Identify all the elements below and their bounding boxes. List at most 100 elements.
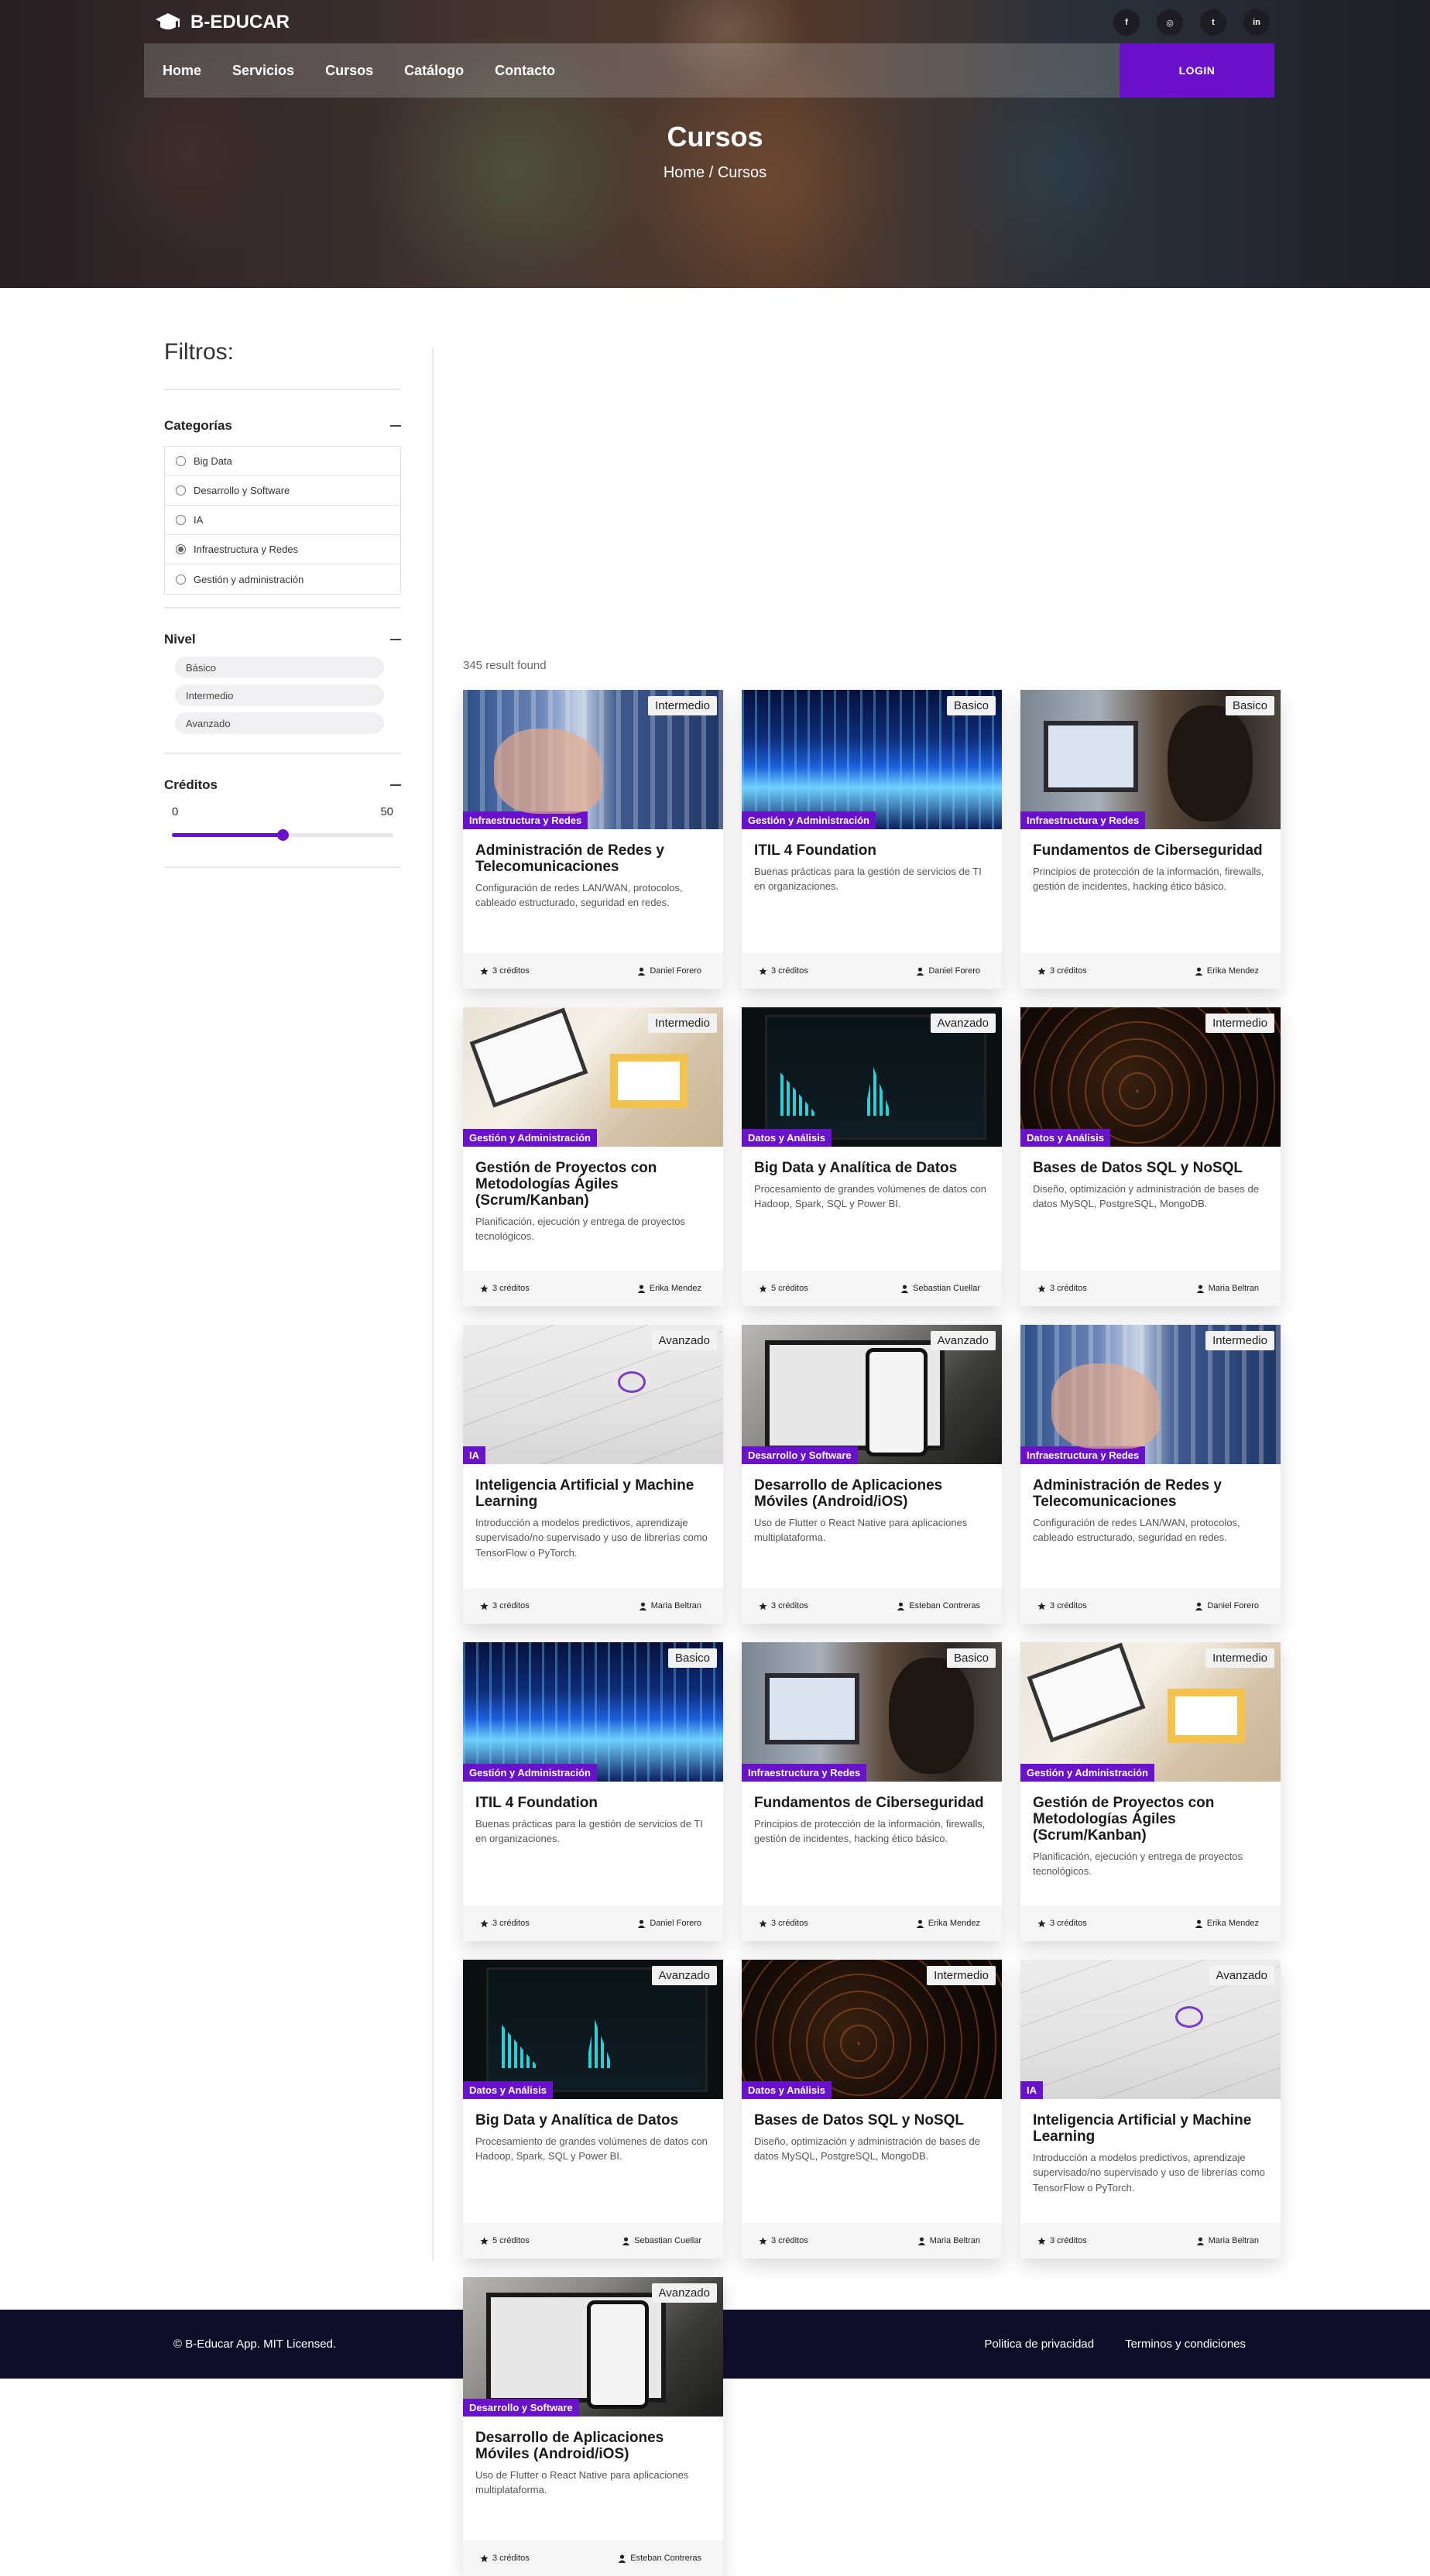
course-title[interactable]: Desarrollo de Aplicaciones Móviles (Andr… xyxy=(475,2430,711,2463)
level-option-avanzado[interactable]: Avanzado xyxy=(175,712,384,734)
category-option-gestion[interactable]: Gestión y administración xyxy=(165,564,400,594)
course-image[interactable]: Basico Infraestructura y Redes xyxy=(1020,690,1281,829)
radio-icon[interactable] xyxy=(176,485,186,496)
course-card[interactable]: Intermedio Infraestructura y Redes Admin… xyxy=(1020,1325,1281,1624)
filter-level-header[interactable]: Nivel xyxy=(164,632,401,647)
course-card[interactable]: Basico Infraestructura y Redes Fundament… xyxy=(1020,690,1281,989)
radio-icon[interactable] xyxy=(176,574,186,585)
course-image[interactable]: Avanzado Datos y Análisis xyxy=(463,1960,723,2099)
course-title[interactable]: ITIL 4 Foundation xyxy=(754,842,989,859)
teacher-info: Sebastian Cuellar xyxy=(622,2236,701,2245)
course-title[interactable]: Fundamentos de Ciberseguridad xyxy=(1033,842,1268,859)
top-bar: B-EDUCAR f ◎ t in xyxy=(155,9,1270,36)
course-card[interactable]: Avanzado Datos y Análisis Big Data y Ana… xyxy=(742,1007,1002,1306)
course-title[interactable]: Bases de Datos SQL y NoSQL xyxy=(1033,1160,1268,1177)
teacher-name: Maria Beltran xyxy=(650,1601,701,1610)
facebook-icon[interactable]: f xyxy=(1113,9,1140,36)
course-card[interactable]: Avanzado Datos y Análisis Big Data y Ana… xyxy=(463,1960,723,2259)
collapse-icon[interactable] xyxy=(390,425,401,427)
category-option-big-data[interactable]: Big Data xyxy=(165,447,400,476)
teacher-name: Erika Mendez xyxy=(1206,966,1259,976)
credits-info: 3 créditos xyxy=(1037,1919,1087,1928)
course-image[interactable]: Intermedio Gestión y Administración xyxy=(1020,1642,1281,1782)
course-card[interactable]: Intermedio Datos y Análisis Bases de Dat… xyxy=(742,1960,1002,2259)
radio-icon[interactable] xyxy=(176,515,186,525)
course-title[interactable]: Desarrollo de Aplicaciones Móviles (Andr… xyxy=(754,1477,989,1511)
radio-icon[interactable] xyxy=(176,456,186,466)
course-image[interactable]: Intermedio Datos y Análisis xyxy=(1020,1007,1281,1147)
nav-contacto[interactable]: Contacto xyxy=(495,63,555,79)
course-description: Principios de protección de la informaci… xyxy=(754,1817,986,1845)
course-image[interactable]: Intermedio Datos y Análisis xyxy=(742,1960,1002,2099)
course-title[interactable]: Gestión de Proyectos con Metodologías Ág… xyxy=(475,1160,711,1209)
course-title[interactable]: Inteligencia Artificial y Machine Learni… xyxy=(1033,2112,1268,2146)
course-image[interactable]: Basico Gestión y Administración xyxy=(463,1642,723,1782)
course-title[interactable]: Big Data y Analítica de Datos xyxy=(475,2112,711,2129)
collapse-icon[interactable] xyxy=(390,639,401,640)
category-option-desarrollo[interactable]: Desarrollo y Software xyxy=(165,476,400,506)
category-badge: Infraestructura y Redes xyxy=(1020,811,1146,829)
course-card[interactable]: Avanzado IA Inteligencia Artificial y Ma… xyxy=(463,1325,723,1624)
level-badge: Intermedio xyxy=(1205,1648,1274,1668)
star-icon xyxy=(480,1919,489,1927)
course-card[interactable]: Avanzado IA Inteligencia Artificial y Ma… xyxy=(1020,1960,1281,2259)
card-footer: 5 créditos Sebastian Cuellar xyxy=(742,1271,1002,1306)
level-option-intermedio[interactable]: Intermedio xyxy=(175,684,384,706)
category-option-ia[interactable]: IA xyxy=(165,506,400,535)
course-image[interactable]: Basico Infraestructura y Redes xyxy=(742,1642,1002,1782)
filter-categories-header[interactable]: Categorías xyxy=(164,418,401,434)
course-image[interactable]: Avanzado Datos y Análisis xyxy=(742,1007,1002,1147)
credits-text: 3 créditos xyxy=(1050,1919,1087,1928)
graduation-cap-icon xyxy=(156,13,180,29)
course-card[interactable]: Intermedio Gestión y Administración Gest… xyxy=(1020,1642,1281,1941)
course-description: Diseño, optimización y administración de… xyxy=(754,2135,980,2163)
linkedin-icon[interactable]: in xyxy=(1243,9,1270,36)
level-option-basico[interactable]: Básico xyxy=(175,657,384,678)
teacher-name: Daniel Forero xyxy=(650,1919,701,1928)
filter-credits-header[interactable]: Créditos xyxy=(164,777,401,793)
course-image[interactable]: Intermedio Infraestructura y Redes xyxy=(463,690,723,829)
course-card[interactable]: Intermedio Gestión y Administración Gest… xyxy=(463,1007,723,1306)
nav-home[interactable]: Home xyxy=(163,63,201,79)
course-card[interactable]: Basico Infraestructura y Redes Fundament… xyxy=(742,1642,1002,1941)
level-badge: Basico xyxy=(946,696,996,715)
course-title[interactable]: Gestión de Proyectos con Metodologías Ág… xyxy=(1033,1795,1268,1844)
level-badge: Intermedio xyxy=(927,1966,996,1985)
course-title[interactable]: Inteligencia Artificial y Machine Learni… xyxy=(475,1477,711,1511)
radio-selected-icon[interactable] xyxy=(176,544,186,554)
slider-handle[interactable] xyxy=(277,829,289,841)
course-image[interactable]: Avanzado IA xyxy=(1020,1960,1281,2099)
course-title[interactable]: Bases de Datos SQL y NoSQL xyxy=(754,2112,989,2129)
course-card[interactable]: Intermedio Infraestructura y Redes Admin… xyxy=(463,690,723,989)
course-card[interactable]: Basico Gestión y Administración ITIL 4 F… xyxy=(463,1642,723,1941)
instagram-icon[interactable]: ◎ xyxy=(1157,9,1183,36)
course-card[interactable]: Avanzado Desarrollo y Software Desarroll… xyxy=(463,2277,723,2576)
collapse-icon[interactable] xyxy=(390,784,401,786)
course-description: Procesamiento de grandes volúmenes de da… xyxy=(475,2135,708,2163)
credits-info: 3 créditos xyxy=(480,1919,530,1928)
course-card[interactable]: Avanzado Desarrollo y Software Desarroll… xyxy=(742,1325,1002,1624)
course-title[interactable]: Administración de Redes y Telecomunicaci… xyxy=(1033,1477,1268,1511)
course-title[interactable]: ITIL 4 Foundation xyxy=(475,1795,711,1812)
credits-slider[interactable] xyxy=(172,823,393,846)
brand-logo[interactable]: B-EDUCAR xyxy=(155,12,290,33)
course-image[interactable]: Avanzado IA xyxy=(463,1325,723,1464)
nav-cursos[interactable]: Cursos xyxy=(325,63,373,79)
course-title[interactable]: Fundamentos de Ciberseguridad xyxy=(754,1795,989,1812)
login-button[interactable]: LOGIN xyxy=(1120,43,1274,98)
twitter-icon[interactable]: t xyxy=(1200,9,1226,36)
course-image[interactable]: Avanzado Desarrollo y Software xyxy=(742,1325,1002,1464)
credits-text: 3 créditos xyxy=(492,1919,530,1928)
course-card[interactable]: Intermedio Datos y Análisis Bases de Dat… xyxy=(1020,1007,1281,1306)
nav-catalogo[interactable]: Catálogo xyxy=(404,63,464,79)
course-image[interactable]: Avanzado Desarrollo y Software xyxy=(463,2277,723,2417)
nav-servicios[interactable]: Servicios xyxy=(232,63,294,79)
course-image[interactable]: Basico Gestión y Administración xyxy=(742,690,1002,829)
course-title[interactable]: Administración de Redes y Telecomunicaci… xyxy=(475,842,711,876)
course-card[interactable]: Basico Gestión y Administración ITIL 4 F… xyxy=(742,690,1002,989)
card-footer: 3 créditos Daniel Forero xyxy=(742,953,1002,989)
course-image[interactable]: Intermedio Infraestructura y Redes xyxy=(1020,1325,1281,1464)
course-title[interactable]: Big Data y Analítica de Datos xyxy=(754,1160,989,1177)
category-option-infraestructura[interactable]: Infraestructura y Redes xyxy=(165,535,400,564)
course-image[interactable]: Intermedio Gestión y Administración xyxy=(463,1007,723,1147)
